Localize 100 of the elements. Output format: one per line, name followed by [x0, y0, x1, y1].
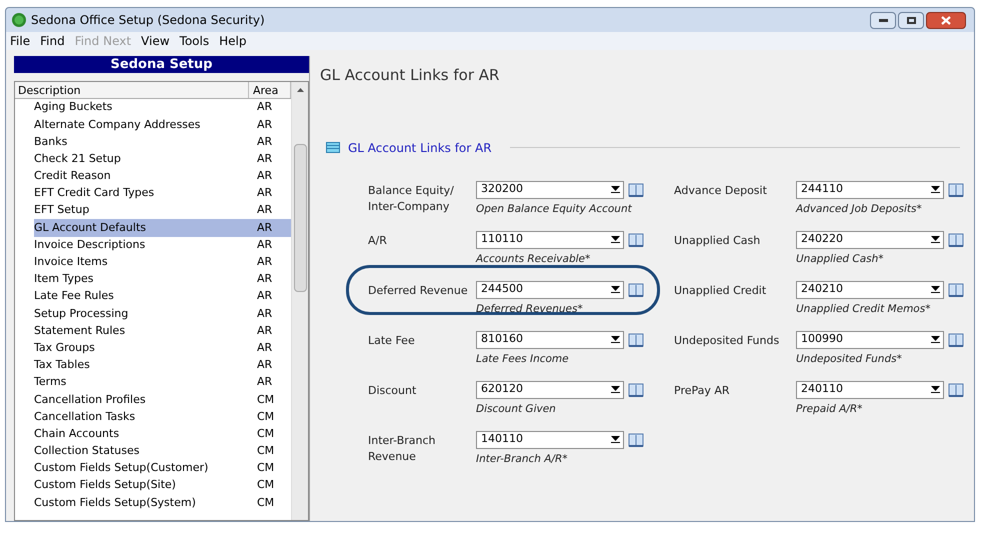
list-row[interactable]: Tax Tables AR: [34, 356, 291, 374]
list-row[interactable]: Check 21 Setup AR: [34, 150, 291, 168]
account-dropdown[interactable]: 240110: [796, 380, 944, 398]
close-button[interactable]: [926, 12, 966, 28]
row-description: Cancellation Profiles: [34, 392, 147, 408]
row-description: Custom Fields Setup(Customer): [34, 460, 210, 476]
list-row[interactable]: Banks AR: [34, 133, 291, 151]
account-description: Undeposited Funds*: [796, 352, 903, 366]
row-area: AR: [257, 202, 291, 219]
list-row[interactable]: Aging Buckets AR: [34, 99, 291, 116]
book-icon[interactable]: [948, 282, 964, 298]
list-row[interactable]: Custom Fields Setup(Customer) CM: [34, 460, 291, 478]
book-icon[interactable]: [948, 182, 964, 198]
row-area: AR: [257, 374, 291, 391]
list-row[interactable]: Invoice Descriptions AR: [34, 236, 291, 254]
section-title: GL Account Links for AR: [348, 140, 492, 156]
account-dropdown[interactable]: 240220: [796, 230, 944, 248]
account-description: Deferred Revenues*: [476, 302, 584, 316]
row-description: Banks: [34, 134, 68, 150]
menu-item[interactable]: Tools: [180, 32, 210, 50]
book-icon[interactable]: [628, 282, 644, 298]
menu-item[interactable]: Help: [219, 32, 246, 50]
list-row[interactable]: Alternate Company Addresses AR: [34, 116, 291, 134]
account-dropdown[interactable]: 320200: [476, 180, 624, 198]
column-header[interactable]: Description: [15, 82, 249, 98]
row-area: CM: [257, 426, 291, 442]
account-dropdown[interactable]: 244500: [476, 280, 624, 298]
account-dropdown[interactable]: 100990: [796, 330, 944, 348]
menu-item[interactable]: Find: [40, 32, 65, 50]
account-description: Inter-Branch A/R*: [476, 452, 569, 466]
scroll-thumb[interactable]: [294, 144, 306, 292]
book-icon[interactable]: [948, 232, 964, 248]
book-icon[interactable]: [628, 382, 644, 398]
row-area: CM: [257, 477, 291, 494]
field-label: Inter-Branch Revenue: [368, 432, 436, 464]
list-row[interactable]: Chain Accounts CM: [34, 426, 291, 443]
account-description: Unapplied Cash*: [796, 252, 885, 266]
list-row[interactable]: Item Types AR: [34, 270, 291, 288]
page-title: GL Account Links for AR: [320, 65, 500, 86]
list-row[interactable]: Custom Fields Setup(Site) CM: [34, 477, 291, 494]
row-area: AR: [257, 288, 291, 305]
book-icon[interactable]: [948, 332, 964, 348]
field-label: A/R: [368, 232, 388, 248]
scroll-up-icon[interactable]: [296, 88, 304, 92]
list-row[interactable]: Collection Statuses CM: [34, 442, 291, 460]
row-area: CM: [257, 392, 291, 408]
menu-item[interactable]: File: [10, 32, 30, 50]
row-area: CM: [257, 443, 291, 460]
row-description: Custom Fields Setup(System): [34, 494, 197, 511]
list-row[interactable]: Tax Groups AR: [34, 340, 291, 357]
account-dropdown[interactable]: 140110: [476, 430, 624, 448]
account-dropdown[interactable]: 240210: [796, 280, 944, 298]
list-row[interactable]: Statement Rules AR: [34, 322, 291, 340]
list-row[interactable]: GL Account Defaults AR: [34, 219, 291, 236]
row-description: Tax Tables: [34, 357, 91, 374]
field-label: Unapplied Credit: [674, 282, 768, 298]
list-row[interactable]: Late Fee Rules AR: [34, 288, 291, 306]
list-row[interactable]: EFT Setup AR: [34, 202, 291, 220]
list-row[interactable]: Credit Reason AR: [34, 168, 291, 185]
row-area: CM: [257, 408, 291, 426]
row-description: Late Fee Rules: [34, 288, 115, 304]
row-description: Cancellation Tasks: [34, 408, 136, 425]
book-icon[interactable]: [628, 332, 644, 348]
field-label: Unapplied Cash: [674, 232, 762, 248]
minimize-button[interactable]: [870, 12, 896, 28]
section-icon: [326, 142, 340, 153]
account-dropdown[interactable]: 620120: [476, 380, 624, 398]
list-row[interactable]: EFT Credit Card Types AR: [34, 184, 291, 202]
scrollbar[interactable]: [291, 82, 308, 520]
list-row[interactable]: Setup Processing AR: [34, 305, 291, 322]
book-icon[interactable]: [628, 432, 644, 448]
row-area: AR: [257, 322, 291, 340]
row-description: Check 21 Setup: [34, 150, 122, 167]
account-dropdown[interactable]: 244110: [796, 180, 944, 198]
row-area: CM: [257, 494, 291, 512]
row-description: GL Account Defaults: [34, 220, 147, 236]
list-row[interactable]: Custom Fields Setup(System) CM: [34, 494, 291, 512]
book-icon[interactable]: [628, 232, 644, 248]
dropdown-arrow-icon: [930, 386, 940, 393]
row-description: Alternate Company Addresses: [34, 116, 202, 133]
field-label: Advance Deposit: [674, 182, 768, 198]
account-description: Open Balance Equity Account: [476, 202, 633, 216]
row-area: AR: [257, 357, 291, 374]
row-description: Aging Buckets: [34, 99, 114, 116]
list-row[interactable]: Invoice Items AR: [34, 254, 291, 271]
list-row[interactable]: Terms AR: [34, 374, 291, 392]
row-area: AR: [257, 185, 291, 202]
book-icon[interactable]: [628, 182, 644, 198]
book-icon[interactable]: [948, 382, 964, 398]
list-row[interactable]: Cancellation Profiles CM: [34, 391, 291, 408]
dropdown-arrow-icon: [610, 236, 620, 243]
list-row[interactable]: Cancellation Tasks CM: [34, 408, 291, 426]
row-area: AR: [257, 254, 291, 271]
account-dropdown[interactable]: 110110: [476, 230, 624, 248]
row-description: Credit Reason: [34, 168, 112, 184]
account-dropdown[interactable]: 810160: [476, 330, 624, 348]
maximize-button[interactable]: [898, 12, 924, 28]
menu-item[interactable]: View: [141, 32, 170, 50]
account-description: Discount Given: [476, 402, 557, 416]
dropdown-arrow-icon: [930, 186, 940, 193]
